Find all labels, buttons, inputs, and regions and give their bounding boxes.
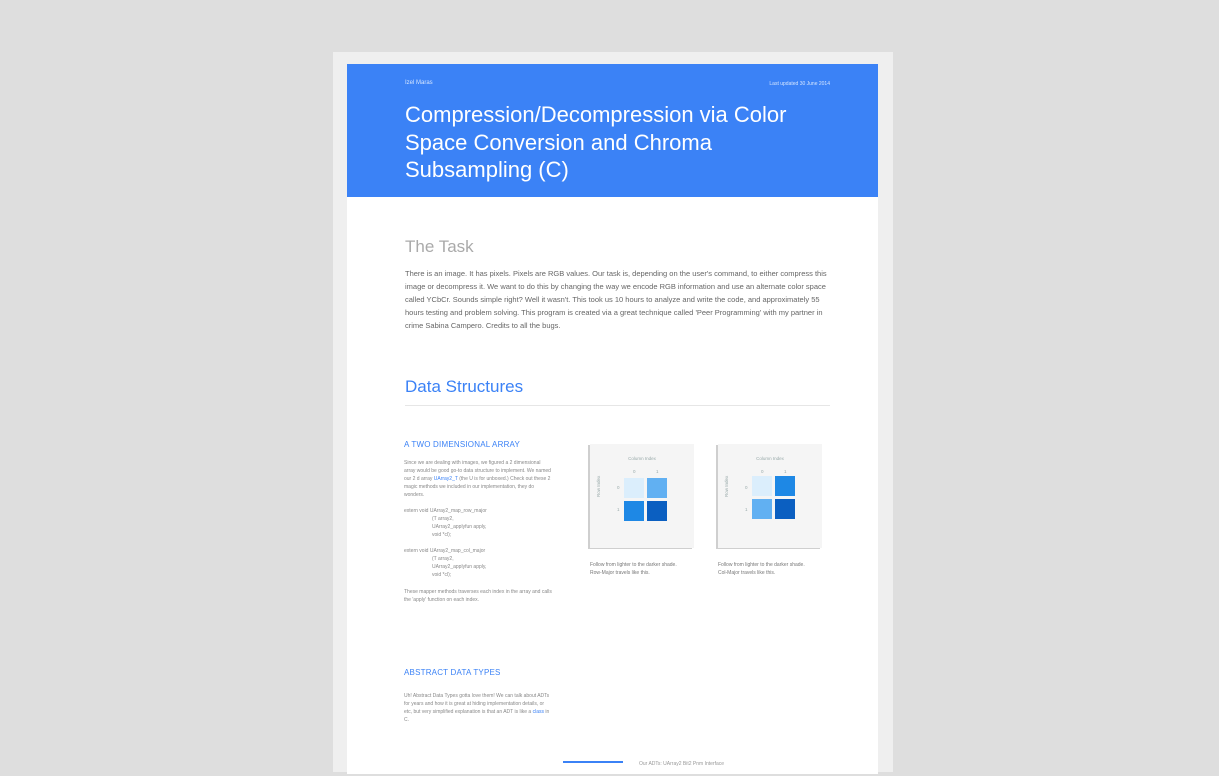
task-paragraph: There is an image. It has pixels. Pixels… bbox=[405, 269, 827, 330]
author-name: Izel Maras bbox=[405, 80, 433, 86]
code-line: extern void UArray2_map_row_major bbox=[404, 508, 487, 514]
data-structures-heading: Data Structures bbox=[405, 377, 524, 396]
two-d-array-intro: Since we are dealing with images, we fig… bbox=[404, 459, 552, 499]
adt-heading: ABSTRACT DATA TYPES bbox=[404, 668, 501, 677]
row-major-caption: Follow from lighter to the darker shade.… bbox=[590, 561, 710, 577]
code-line-wrap: (T array2, bbox=[404, 515, 554, 523]
code-col-major: extern void UArray2_map_col_major (T arr… bbox=[404, 547, 554, 579]
header-banner: Izel Maras Last updated 30 June 2014 Com… bbox=[347, 64, 878, 197]
code-line: void *cl); bbox=[432, 572, 452, 578]
caption-line: Row-Major travels like this. bbox=[590, 570, 650, 576]
adt-text-a: Uh! Abstract Data Types gotta love them!… bbox=[404, 693, 550, 715]
caption-line: Col-Major travels like this. bbox=[718, 570, 776, 576]
grid-cell-1-1 bbox=[775, 499, 795, 519]
grid-cell-0-1 bbox=[775, 476, 795, 496]
col-major-caption: Follow from lighter to the darker shade.… bbox=[718, 561, 838, 577]
column-index-label: Column Index bbox=[628, 456, 656, 461]
grid-cell-1-0 bbox=[752, 499, 772, 519]
col-index-0: 0 bbox=[761, 469, 764, 474]
code-line-wrap: UArray2_applyfun apply, bbox=[404, 563, 554, 571]
code-line: UArray2_applyfun apply, bbox=[432, 524, 487, 530]
code-line: (T array2, bbox=[432, 556, 454, 562]
code-line: (T array2, bbox=[432, 516, 454, 522]
grid-cell-1-1 bbox=[647, 501, 667, 521]
row-index-label: Row Index bbox=[596, 475, 601, 497]
two-d-array-heading: A TWO DIMENSIONAL ARRAY bbox=[404, 440, 521, 449]
grid-cell-0-1 bbox=[647, 478, 667, 498]
row-major-figure: Column Index Row Index 0 1 0 1 bbox=[590, 444, 694, 548]
document: Izel Maras Last updated 30 June 2014 Com… bbox=[347, 64, 878, 774]
column-index-label: Column Index bbox=[756, 456, 784, 461]
code-line-wrap: void *cl); bbox=[404, 531, 554, 539]
row-index-0: 0 bbox=[617, 485, 620, 490]
uarray2-link[interactable]: UArray2_T bbox=[434, 476, 458, 482]
col-index-1: 1 bbox=[784, 469, 787, 474]
code-line-wrap: void *cl); bbox=[404, 571, 554, 579]
last-updated: Last updated 30 June 2014 bbox=[769, 81, 830, 87]
adt-paragraph: Uh! Abstract Data Types gotta love them!… bbox=[404, 692, 552, 724]
row-index-0: 0 bbox=[745, 485, 748, 490]
caption-line: Follow from lighter to the darker shade. bbox=[590, 562, 677, 568]
code-line-wrap: (T array2, bbox=[404, 555, 554, 563]
grid-cell-0-0 bbox=[752, 476, 772, 496]
code-line: extern void UArray2_map_col_major bbox=[404, 548, 486, 554]
grid-cell-0-0 bbox=[624, 478, 644, 498]
page-title: Compression/Decompression via Color Spac… bbox=[405, 102, 787, 182]
code-row-major: extern void UArray2_map_row_major (T arr… bbox=[404, 507, 554, 539]
caption-line: Follow from lighter to the darker shade. bbox=[718, 562, 805, 568]
code-line: void *cl); bbox=[432, 532, 452, 538]
col-index-0: 0 bbox=[633, 469, 636, 474]
section-divider bbox=[405, 405, 830, 406]
task-heading: The Task bbox=[405, 237, 474, 256]
mapper-note: These mapper methods traverses each inde… bbox=[404, 589, 552, 603]
row-index-1: 1 bbox=[617, 507, 620, 512]
class-link[interactable]: class bbox=[533, 709, 544, 715]
code-line-wrap: UArray2_applyfun apply, bbox=[404, 523, 554, 531]
row-index-label: Row Index bbox=[724, 475, 729, 497]
grid-cell-1-0 bbox=[624, 501, 644, 521]
col-major-figure: Column Index Row Index 0 1 0 1 bbox=[718, 444, 822, 548]
row-index-1: 1 bbox=[745, 507, 748, 512]
tab-indicator[interactable] bbox=[563, 761, 623, 776]
code-line: UArray2_applyfun apply, bbox=[432, 564, 487, 570]
col-index-1: 1 bbox=[656, 469, 659, 474]
